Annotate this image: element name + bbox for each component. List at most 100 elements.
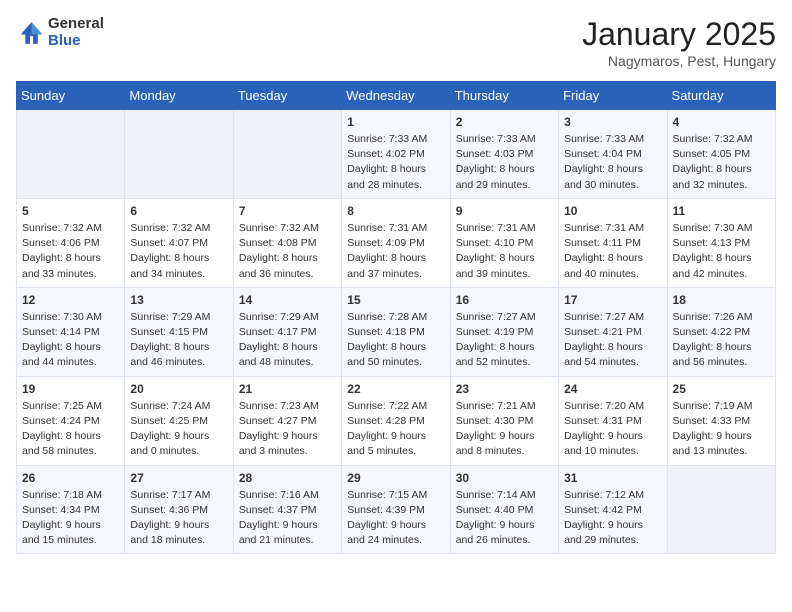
calendar-cell: 17 Sunrise: 7:27 AMSunset: 4:21 PMDayligh… bbox=[559, 287, 667, 376]
calendar-cell bbox=[667, 465, 775, 554]
day-number: 14 bbox=[239, 293, 336, 307]
logo-blue: Blue bbox=[48, 33, 104, 50]
day-info: Sunrise: 7:16 AMSunset: 4:37 PMDaylight:… bbox=[239, 488, 336, 549]
day-number: 1 bbox=[347, 115, 444, 129]
day-number: 18 bbox=[673, 293, 770, 307]
day-number: 4 bbox=[673, 115, 770, 129]
calendar-cell: 2 Sunrise: 7:33 AMSunset: 4:03 PMDaylight… bbox=[450, 110, 558, 199]
calendar-cell: 8 Sunrise: 7:31 AMSunset: 4:09 PMDaylight… bbox=[342, 198, 450, 287]
day-info: Sunrise: 7:15 AMSunset: 4:39 PMDaylight:… bbox=[347, 488, 444, 549]
day-info: Sunrise: 7:31 AMSunset: 4:10 PMDaylight:… bbox=[456, 221, 553, 282]
calendar-cell: 12 Sunrise: 7:30 AMSunset: 4:14 PMDayligh… bbox=[17, 287, 125, 376]
calendar-cell: 26 Sunrise: 7:18 AMSunset: 4:34 PMDayligh… bbox=[17, 465, 125, 554]
day-info: Sunrise: 7:33 AMSunset: 4:04 PMDaylight:… bbox=[564, 132, 661, 193]
day-info: Sunrise: 7:24 AMSunset: 4:25 PMDaylight:… bbox=[130, 399, 227, 460]
location: Nagymaros, Pest, Hungary bbox=[582, 53, 776, 69]
day-number: 11 bbox=[673, 204, 770, 218]
day-number: 19 bbox=[22, 382, 119, 396]
logo-text: General Blue bbox=[48, 16, 104, 49]
header-row: SundayMondayTuesdayWednesdayThursdayFrid… bbox=[17, 82, 776, 110]
day-info: Sunrise: 7:27 AMSunset: 4:19 PMDaylight:… bbox=[456, 310, 553, 371]
calendar-week-row: 12 Sunrise: 7:30 AMSunset: 4:14 PMDayligh… bbox=[17, 287, 776, 376]
calendar-cell: 4 Sunrise: 7:32 AMSunset: 4:05 PMDaylight… bbox=[667, 110, 775, 199]
calendar-cell: 16 Sunrise: 7:27 AMSunset: 4:19 PMDayligh… bbox=[450, 287, 558, 376]
day-info: Sunrise: 7:30 AMSunset: 4:14 PMDaylight:… bbox=[22, 310, 119, 371]
day-info: Sunrise: 7:32 AMSunset: 4:07 PMDaylight:… bbox=[130, 221, 227, 282]
day-number: 22 bbox=[347, 382, 444, 396]
day-number: 26 bbox=[22, 471, 119, 485]
day-info: Sunrise: 7:33 AMSunset: 4:03 PMDaylight:… bbox=[456, 132, 553, 193]
day-number: 9 bbox=[456, 204, 553, 218]
day-info: Sunrise: 7:31 AMSunset: 4:11 PMDaylight:… bbox=[564, 221, 661, 282]
day-number: 23 bbox=[456, 382, 553, 396]
calendar-cell bbox=[233, 110, 341, 199]
calendar-cell: 5Sunrise: 7:32 AMSunset: 4:06 PMDaylight… bbox=[17, 198, 125, 287]
day-number: 12 bbox=[22, 293, 119, 307]
calendar-cell: 9 Sunrise: 7:31 AMSunset: 4:10 PMDaylight… bbox=[450, 198, 558, 287]
header-day: Sunday bbox=[17, 82, 125, 110]
calendar-table: SundayMondayTuesdayWednesdayThursdayFrid… bbox=[16, 81, 776, 554]
day-info: Sunrise: 7:27 AMSunset: 4:21 PMDaylight:… bbox=[564, 310, 661, 371]
day-number: 13 bbox=[130, 293, 227, 307]
day-info: Sunrise: 7:29 AMSunset: 4:17 PMDaylight:… bbox=[239, 310, 336, 371]
day-info: Sunrise: 7:28 AMSunset: 4:18 PMDaylight:… bbox=[347, 310, 444, 371]
day-info: Sunrise: 7:32 AMSunset: 4:08 PMDaylight:… bbox=[239, 221, 336, 282]
calendar-cell: 10Sunrise: 7:31 AMSunset: 4:11 PMDayligh… bbox=[559, 198, 667, 287]
day-number: 8 bbox=[347, 204, 444, 218]
day-number: 21 bbox=[239, 382, 336, 396]
calendar-cell: 31Sunrise: 7:12 AMSunset: 4:42 PMDayligh… bbox=[559, 465, 667, 554]
calendar-cell: 3 Sunrise: 7:33 AMSunset: 4:04 PMDaylight… bbox=[559, 110, 667, 199]
day-info: Sunrise: 7:25 AMSunset: 4:24 PMDaylight:… bbox=[22, 399, 119, 460]
day-info: Sunrise: 7:19 AMSunset: 4:33 PMDaylight:… bbox=[673, 399, 770, 460]
header-day: Friday bbox=[559, 82, 667, 110]
calendar-cell bbox=[17, 110, 125, 199]
calendar-cell: 6 Sunrise: 7:32 AMSunset: 4:07 PMDaylight… bbox=[125, 198, 233, 287]
month-title: January 2025 bbox=[582, 16, 776, 53]
day-info: Sunrise: 7:33 AMSunset: 4:02 PMDaylight:… bbox=[347, 132, 444, 193]
day-number: 29 bbox=[347, 471, 444, 485]
day-number: 28 bbox=[239, 471, 336, 485]
day-number: 25 bbox=[673, 382, 770, 396]
day-number: 5 bbox=[22, 204, 119, 218]
calendar-header: SundayMondayTuesdayWednesdayThursdayFrid… bbox=[17, 82, 776, 110]
day-info: Sunrise: 7:20 AMSunset: 4:31 PMDaylight:… bbox=[564, 399, 661, 460]
calendar-cell: 11Sunrise: 7:30 AMSunset: 4:13 PMDayligh… bbox=[667, 198, 775, 287]
day-info: Sunrise: 7:31 AMSunset: 4:09 PMDaylight:… bbox=[347, 221, 444, 282]
day-info: Sunrise: 7:21 AMSunset: 4:30 PMDaylight:… bbox=[456, 399, 553, 460]
header-day: Tuesday bbox=[233, 82, 341, 110]
logo-general: General bbox=[48, 16, 104, 33]
calendar-cell: 7Sunrise: 7:32 AMSunset: 4:08 PMDaylight… bbox=[233, 198, 341, 287]
calendar-cell: 29 Sunrise: 7:15 AMSunset: 4:39 PMDayligh… bbox=[342, 465, 450, 554]
day-number: 3 bbox=[564, 115, 661, 129]
calendar-cell: 24 Sunrise: 7:20 AMSunset: 4:31 PMDayligh… bbox=[559, 376, 667, 465]
calendar-week-row: 1 Sunrise: 7:33 AMSunset: 4:02 PMDaylight… bbox=[17, 110, 776, 199]
day-number: 24 bbox=[564, 382, 661, 396]
calendar-week-row: 5Sunrise: 7:32 AMSunset: 4:06 PMDaylight… bbox=[17, 198, 776, 287]
logo: General Blue bbox=[16, 16, 104, 49]
day-info: Sunrise: 7:22 AMSunset: 4:28 PMDaylight:… bbox=[347, 399, 444, 460]
day-number: 15 bbox=[347, 293, 444, 307]
day-info: Sunrise: 7:32 AMSunset: 4:05 PMDaylight:… bbox=[673, 132, 770, 193]
calendar-cell: 13 Sunrise: 7:29 AMSunset: 4:15 PMDayligh… bbox=[125, 287, 233, 376]
calendar-cell: 1 Sunrise: 7:33 AMSunset: 4:02 PMDaylight… bbox=[342, 110, 450, 199]
day-number: 2 bbox=[456, 115, 553, 129]
calendar-cell: 18 Sunrise: 7:26 AMSunset: 4:22 PMDayligh… bbox=[667, 287, 775, 376]
calendar-week-row: 26 Sunrise: 7:18 AMSunset: 4:34 PMDayligh… bbox=[17, 465, 776, 554]
calendar-cell: 22 Sunrise: 7:22 AMSunset: 4:28 PMDayligh… bbox=[342, 376, 450, 465]
header-day: Wednesday bbox=[342, 82, 450, 110]
day-info: Sunrise: 7:29 AMSunset: 4:15 PMDaylight:… bbox=[130, 310, 227, 371]
calendar-week-row: 19 Sunrise: 7:25 AMSunset: 4:24 PMDayligh… bbox=[17, 376, 776, 465]
day-number: 17 bbox=[564, 293, 661, 307]
calendar-cell: 25 Sunrise: 7:19 AMSunset: 4:33 PMDayligh… bbox=[667, 376, 775, 465]
calendar-cell: 21Sunrise: 7:23 AMSunset: 4:27 PMDayligh… bbox=[233, 376, 341, 465]
day-number: 27 bbox=[130, 471, 227, 485]
day-info: Sunrise: 7:17 AMSunset: 4:36 PMDaylight:… bbox=[130, 488, 227, 549]
calendar-cell: 28 Sunrise: 7:16 AMSunset: 4:37 PMDayligh… bbox=[233, 465, 341, 554]
calendar-cell: 14 Sunrise: 7:29 AMSunset: 4:17 PMDayligh… bbox=[233, 287, 341, 376]
day-number: 16 bbox=[456, 293, 553, 307]
day-info: Sunrise: 7:18 AMSunset: 4:34 PMDaylight:… bbox=[22, 488, 119, 549]
day-info: Sunrise: 7:26 AMSunset: 4:22 PMDaylight:… bbox=[673, 310, 770, 371]
day-number: 6 bbox=[130, 204, 227, 218]
day-number: 31 bbox=[564, 471, 661, 485]
calendar-cell bbox=[125, 110, 233, 199]
